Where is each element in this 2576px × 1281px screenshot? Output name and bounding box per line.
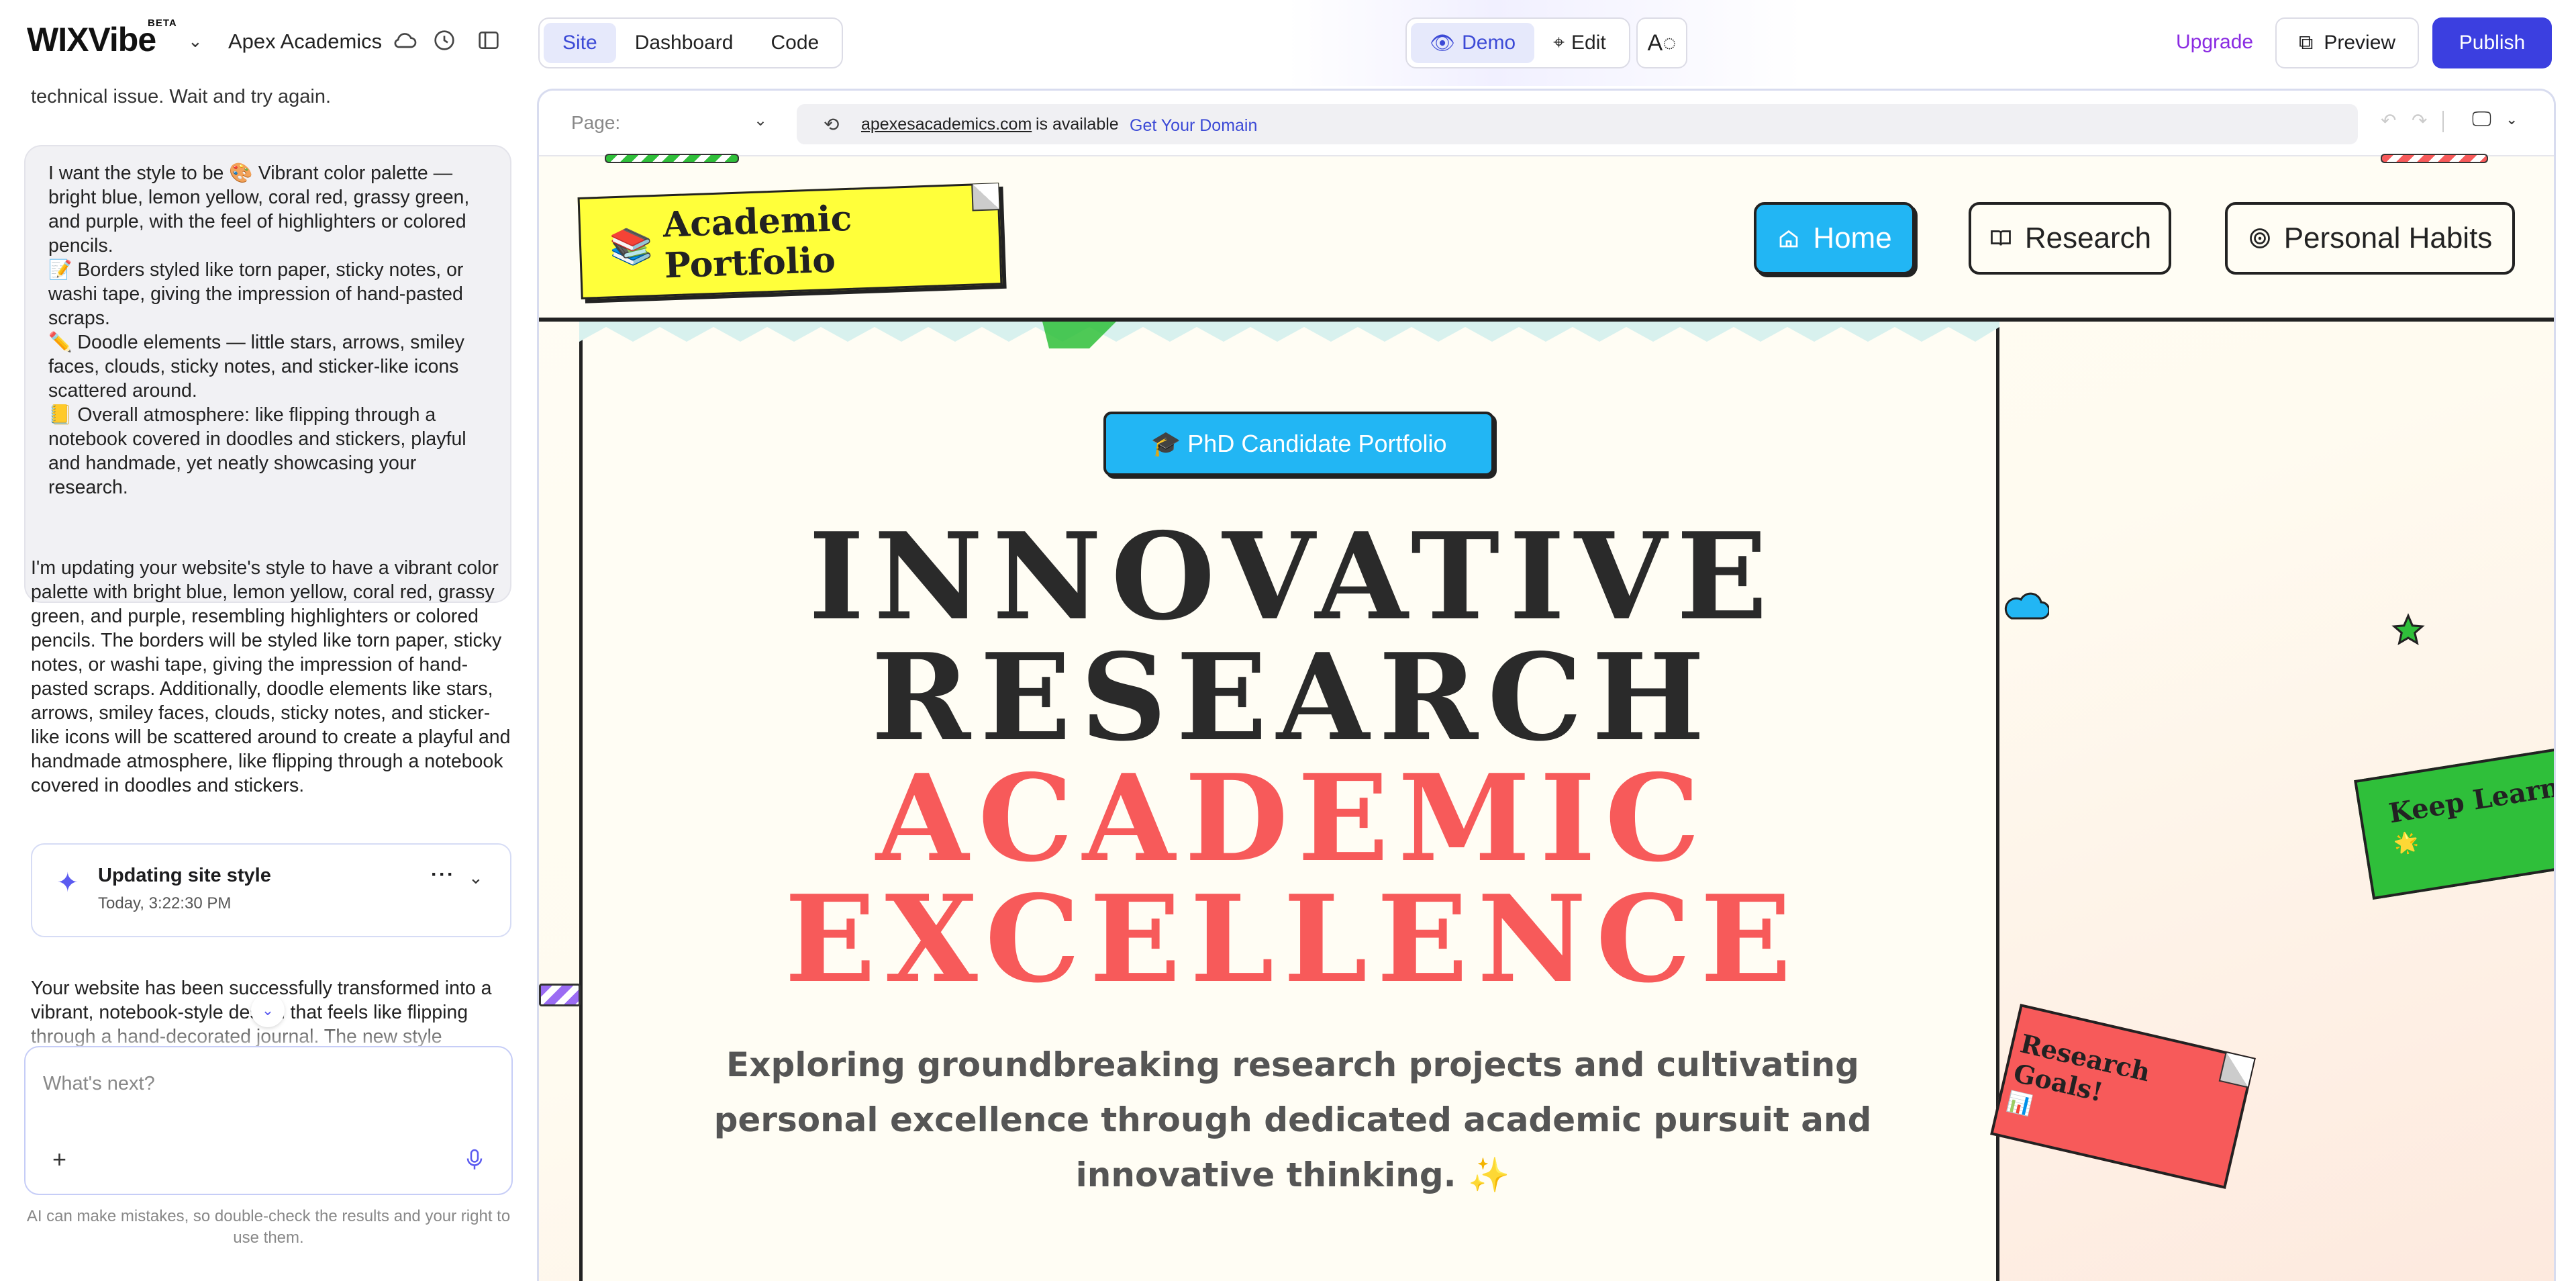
external-link-icon: ⧉ — [2298, 32, 2314, 54]
preview-button[interactable]: ⧉ Preview — [2275, 17, 2419, 68]
theme-fonts-button[interactable]: A◌ — [1636, 17, 1687, 68]
status-title: Updating site style — [98, 865, 271, 886]
previous-message-fragment: technical issue. Wait and try again. — [31, 86, 332, 107]
tab-site[interactable]: Site — [544, 23, 616, 63]
nav-home-label: Home — [1813, 222, 1892, 254]
eye-icon: 👁 — [1430, 32, 1456, 54]
cloud-doodle-icon — [2004, 592, 2049, 620]
site-header: 📚 Academic Portfolio Home Research Perso… — [539, 154, 2554, 322]
headline-line-2: RESEARCH — [871, 627, 1714, 767]
chevron-down-icon[interactable]: ⌄ — [468, 867, 483, 888]
domain-name[interactable]: apexesacademics.com — [861, 115, 1032, 134]
book-icon — [1990, 230, 2011, 246]
undo-icon[interactable]: ↶ — [2381, 109, 2396, 132]
history-icon[interactable] — [431, 27, 458, 54]
home-icon — [1779, 230, 1798, 248]
top-bar: WIXVibe BETA ⌄ Apex Academics Site Dashb… — [0, 0, 2576, 86]
microphone-icon[interactable] — [464, 1148, 485, 1172]
nav-home[interactable]: Home — [1754, 202, 1915, 275]
hero-section: 🎓 PhD Candidate Portfolio INNOVATIVE RES… — [579, 322, 1999, 1281]
get-domain-link[interactable]: Get Your Domain — [1130, 116, 1257, 136]
target-icon — [2249, 228, 2270, 248]
tab-dashboard[interactable]: Dashboard — [616, 23, 752, 63]
toggle-panel-icon[interactable] — [475, 27, 502, 54]
more-options-icon[interactable]: ··· — [431, 863, 455, 886]
preview-label: Preview — [2324, 32, 2396, 54]
upgrade-link[interactable]: Upgrade — [2176, 31, 2253, 54]
toolbar-divider — [2442, 111, 2444, 132]
demo-label: Demo — [1462, 32, 1516, 54]
headline-line-4: EXCELLENCE — [784, 869, 1801, 1009]
add-attachment-icon[interactable]: + — [52, 1145, 66, 1174]
nav-research[interactable]: Research — [1969, 202, 2171, 275]
assistant-message: I'm updating your website's style to hav… — [31, 557, 511, 796]
chat-composer[interactable]: What's next? + — [24, 1046, 513, 1195]
scroll-down-button[interactable]: ⌄ — [251, 994, 285, 1027]
washi-tape — [2381, 154, 2488, 163]
view-tabs: Site Dashboard Code — [538, 17, 844, 68]
keep-learning-sticky-note: Keep Learning 🌟 — [2354, 742, 2554, 900]
beta-badge: BETA — [148, 17, 177, 29]
status-time: Today, 3:22:30 PM — [98, 894, 232, 912]
redo-icon[interactable]: ↷ — [2412, 109, 2427, 132]
site-preview-frame: Page: ⌄ ⟲ apexesacademics.com is availab… — [537, 89, 2556, 1281]
site-name[interactable]: Apex Academics — [228, 30, 382, 54]
ai-disclaimer: AI can make mistakes, so double-check th… — [26, 1207, 511, 1247]
torn-paper-edge — [579, 322, 1999, 348]
user-message: I want the style to be 🎨 Vibrant color p… — [24, 145, 511, 603]
desktop-device-icon[interactable]: 🖵 — [2472, 108, 2491, 131]
cloud-save-icon[interactable] — [392, 27, 419, 54]
edit-mode-button[interactable]: ⌖ Edit — [1534, 23, 1625, 63]
chat-panel: technical issue. Wait and try again. I w… — [0, 86, 537, 1281]
page-selector-label[interactable]: Page: — [571, 112, 620, 134]
headline-line-3: ACADEMIC — [876, 748, 1710, 888]
website-canvas: 📚 Academic Portfolio Home Research Perso… — [539, 154, 2554, 1281]
washi-tape — [539, 984, 581, 1006]
wix-vibe-logo[interactable]: WIXVibe BETA — [27, 17, 177, 59]
chevron-down-icon[interactable]: ⌄ — [2506, 111, 2518, 128]
research-goals-sticky-note: Research Goals! 📊 — [1990, 1004, 2256, 1189]
chevron-down-icon: ⌄ — [261, 1002, 275, 1018]
headline-line-1: INNOVATIVE — [808, 506, 1777, 647]
nav-personal-habits-label: Personal Habits — [2283, 222, 2493, 254]
site-title: Academic Portfolio — [662, 197, 853, 287]
address-bar: ⟲ apexesacademics.com is available Get Y… — [797, 104, 2358, 144]
site-logo[interactable]: 📚 Academic Portfolio — [577, 183, 1003, 299]
logo-text: WIXVibe — [27, 21, 156, 58]
mode-switch: 👁 Demo ⌖ Edit — [1405, 17, 1630, 68]
domain-availability: is available — [1036, 115, 1119, 134]
folded-corner — [971, 183, 999, 211]
hero-subtitle: Exploring groundbreaking research projec… — [713, 1045, 1872, 1194]
composer-placeholder: What's next? — [43, 1073, 155, 1094]
nav-personal-habits[interactable]: Personal Habits — [2225, 202, 2515, 275]
preview-toolbar: Page: ⌄ ⟲ apexesacademics.com is availab… — [539, 91, 2554, 156]
status-card[interactable]: ✦ Updating site style Today, 3:22:30 PM … — [31, 843, 511, 937]
edit-label: Edit — [1571, 32, 1606, 54]
font-style-icon: A◌ — [1647, 30, 1677, 56]
reload-icon[interactable]: ⟲ — [824, 113, 839, 136]
demo-mode-button[interactable]: 👁 Demo — [1411, 23, 1535, 63]
logo-menu-chevron-icon[interactable]: ⌄ — [188, 31, 203, 52]
tab-code[interactable]: Code — [752, 23, 838, 63]
chevron-down-icon[interactable]: ⌄ — [754, 111, 767, 130]
sparkle-icon: ✦ — [56, 868, 79, 898]
cursor-icon: ⌖ — [1553, 32, 1565, 54]
phd-badge[interactable]: 🎓 PhD Candidate Portfolio — [1103, 412, 1494, 476]
publish-button[interactable]: Publish — [2432, 17, 2552, 68]
star-doodle-icon — [2391, 613, 2425, 645]
books-icon: 📚 — [609, 225, 654, 268]
washi-tape — [605, 154, 739, 163]
nav-research-label: Research — [2024, 222, 2152, 254]
folded-corner — [2218, 1052, 2255, 1088]
